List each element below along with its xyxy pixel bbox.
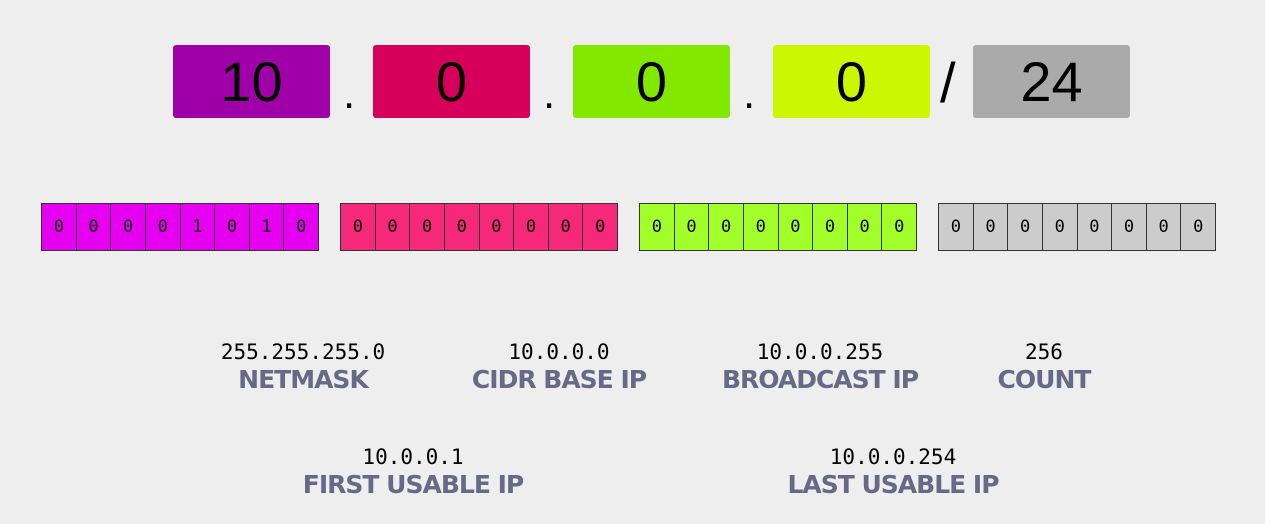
bit-cell[interactable]: 0 bbox=[1181, 204, 1215, 250]
dot-separator: . bbox=[543, 69, 556, 118]
bit-cell[interactable]: 0 bbox=[778, 204, 814, 250]
octet-1-input[interactable]: 10 bbox=[173, 45, 330, 118]
bit-cell[interactable]: 0 bbox=[375, 204, 411, 250]
bit-cell[interactable]: 0 bbox=[215, 204, 250, 250]
octet-4-input[interactable]: 0 bbox=[773, 45, 930, 118]
slash-separator: / bbox=[940, 51, 956, 114]
netmask-value: 255.255.255.0 bbox=[220, 340, 386, 364]
bit-group-1: 00001010 bbox=[41, 203, 319, 251]
bit-cell[interactable]: 1 bbox=[180, 204, 216, 250]
bit-cell[interactable]: 0 bbox=[813, 204, 848, 250]
netmask-stat: 255.255.255.0 NETMASK bbox=[221, 339, 385, 395]
bit-group-4: 00000000 bbox=[938, 203, 1216, 251]
bit-cell[interactable]: 0 bbox=[479, 204, 515, 250]
broadcast-ip-label: BROADCAST IP bbox=[721, 365, 919, 394]
count-label: COUNT bbox=[997, 365, 1092, 394]
bit-cell[interactable]: 0 bbox=[882, 204, 916, 250]
count-stat: 256 COUNT bbox=[997, 339, 1092, 395]
prefix-length-input[interactable]: 24 bbox=[973, 45, 1130, 118]
bit-cell[interactable]: 0 bbox=[847, 204, 883, 250]
bit-cell[interactable]: 0 bbox=[514, 204, 549, 250]
bit-cell[interactable]: 0 bbox=[939, 204, 974, 250]
dot-separator: . bbox=[743, 69, 756, 118]
bit-cell[interactable]: 0 bbox=[743, 204, 779, 250]
bit-cell[interactable]: 0 bbox=[1112, 204, 1147, 250]
cidr-base-ip-value: 10.0.0.0 bbox=[508, 340, 610, 364]
first-usable-ip-label: FIRST USABLE IP bbox=[302, 470, 524, 499]
cidr-base-ip-stat: 10.0.0.0 CIDR BASE IP bbox=[471, 339, 647, 395]
bit-cell[interactable]: 1 bbox=[249, 204, 285, 250]
bit-cell[interactable]: 0 bbox=[1042, 204, 1078, 250]
bit-cell[interactable]: 0 bbox=[42, 204, 77, 250]
bit-cell[interactable]: 0 bbox=[583, 204, 617, 250]
first-usable-ip-value: 10.0.0.1 bbox=[362, 445, 464, 469]
bit-cell[interactable]: 0 bbox=[640, 204, 675, 250]
count-value: 256 bbox=[1025, 340, 1063, 364]
bit-cell[interactable]: 0 bbox=[410, 204, 445, 250]
last-usable-ip-label: LAST USABLE IP bbox=[787, 470, 999, 499]
bit-cell[interactable]: 0 bbox=[1077, 204, 1113, 250]
bit-cell[interactable]: 0 bbox=[1146, 204, 1182, 250]
bit-cell[interactable]: 0 bbox=[444, 204, 480, 250]
octet-3-input[interactable]: 0 bbox=[573, 45, 730, 118]
last-usable-ip-stat: 10.0.0.254 LAST USABLE IP bbox=[787, 444, 999, 500]
bit-cell[interactable]: 0 bbox=[111, 204, 146, 250]
netmask-label: NETMASK bbox=[238, 365, 369, 394]
last-usable-ip-value: 10.0.0.254 bbox=[829, 445, 957, 469]
bit-cell[interactable]: 0 bbox=[284, 204, 318, 250]
bit-cell[interactable]: 0 bbox=[145, 204, 181, 250]
bit-cell[interactable]: 0 bbox=[548, 204, 584, 250]
dot-separator: . bbox=[343, 69, 356, 118]
first-usable-ip-stat: 10.0.0.1 FIRST USABLE IP bbox=[302, 444, 524, 500]
bit-cell[interactable]: 0 bbox=[1008, 204, 1043, 250]
bit-cell[interactable]: 0 bbox=[973, 204, 1009, 250]
bit-group-2: 00000000 bbox=[340, 203, 618, 251]
bit-cell[interactable]: 0 bbox=[341, 204, 376, 250]
bit-cell[interactable]: 0 bbox=[76, 204, 112, 250]
bit-cell[interactable]: 0 bbox=[709, 204, 744, 250]
cidr-base-ip-label: CIDR BASE IP bbox=[471, 365, 647, 394]
bit-cell[interactable]: 0 bbox=[674, 204, 710, 250]
broadcast-ip-value: 10.0.0.255 bbox=[756, 340, 884, 364]
broadcast-ip-stat: 10.0.0.255 BROADCAST IP bbox=[721, 339, 919, 395]
octet-2-input[interactable]: 0 bbox=[373, 45, 530, 118]
bit-group-3: 00000000 bbox=[639, 203, 917, 251]
